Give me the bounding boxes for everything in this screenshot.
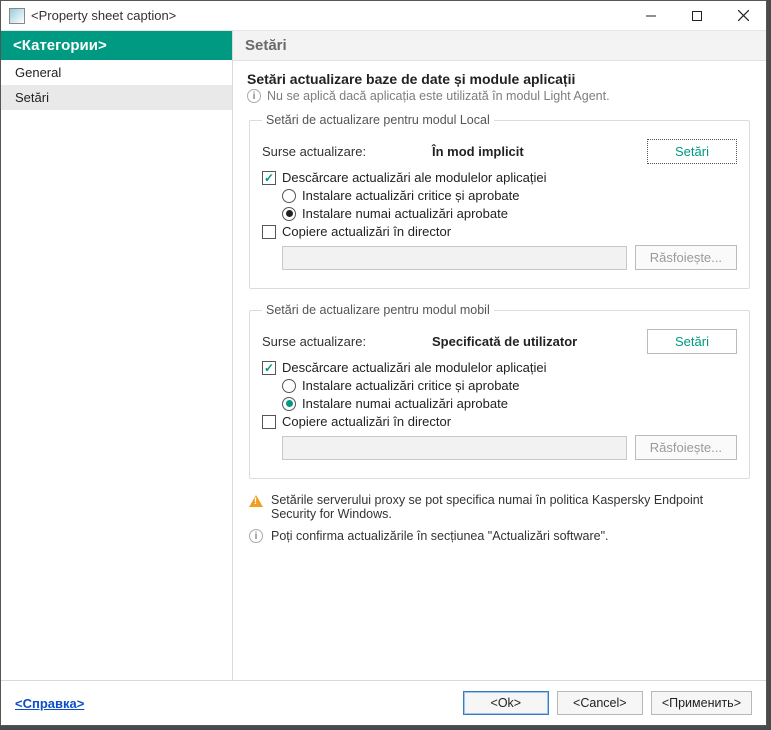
mobile-copy-dir-label: Copiere actualizări în director	[282, 414, 451, 429]
warning-icon	[249, 495, 263, 507]
confirm-updates-note: i Poți confirma actualizările în secțiun…	[247, 529, 752, 543]
mobile-dir-input	[282, 436, 627, 460]
close-button[interactable]	[720, 1, 766, 30]
mobile-settings-button[interactable]: Setări	[647, 329, 737, 354]
app-icon	[9, 8, 25, 24]
minimize-button[interactable]	[628, 1, 674, 30]
maximize-button[interactable]	[674, 1, 720, 30]
mobile-source-label: Surse actualizare:	[262, 334, 432, 349]
mobile-install-critical-label: Instalare actualizări critice și aprobat…	[302, 378, 520, 393]
mobile-download-modules-checkbox[interactable]: Descărcare actualizări ale modulelor apl…	[262, 360, 737, 375]
info-icon: i	[247, 89, 261, 103]
mobile-install-approved-label: Instalare numai actualizări aprobate	[302, 396, 508, 411]
light-agent-note: i Nu se aplică dacă aplicația este utili…	[247, 89, 752, 103]
content-area: <Категории> General Setări Setări Setări…	[1, 31, 766, 680]
group-local-legend: Setări de actualizare pentru modul Local	[262, 113, 494, 127]
checkbox-icon	[262, 225, 276, 239]
mobile-dir-row: Răsfoiește...	[282, 435, 737, 460]
sidebar-header: <Категории>	[1, 31, 232, 60]
main-panel: Setări Setări actualizare baze de date ș…	[233, 31, 766, 680]
main-body: Setări actualizare baze de date și modul…	[233, 61, 766, 555]
group-mobile: Setări de actualizare pentru modul mobil…	[249, 303, 750, 479]
apply-button[interactable]: <Применить>	[651, 691, 752, 715]
info-icon: i	[249, 529, 263, 543]
mobile-source-row: Surse actualizare: Specificată de utiliz…	[262, 329, 737, 354]
titlebar: <Property sheet caption>	[1, 1, 766, 31]
local-install-approved-label: Instalare numai actualizări aprobate	[302, 206, 508, 221]
local-copy-dir-checkbox[interactable]: Copiere actualizări în director	[262, 224, 737, 239]
local-source-label: Surse actualizare:	[262, 144, 432, 159]
confirm-updates-text: Poți confirma actualizările în secțiunea…	[271, 529, 609, 543]
local-copy-dir-label: Copiere actualizări în director	[282, 224, 451, 239]
sidebar-item-general[interactable]: General	[1, 60, 232, 85]
radio-icon	[282, 397, 296, 411]
radio-icon	[282, 379, 296, 393]
local-browse-button: Răsfoiește...	[635, 245, 737, 270]
local-dir-input	[282, 246, 627, 270]
radio-icon	[282, 207, 296, 221]
mobile-install-critical-radio[interactable]: Instalare actualizări critice și aprobat…	[282, 378, 737, 393]
main-header: Setări	[233, 31, 766, 61]
radio-icon	[282, 189, 296, 203]
mobile-browse-button: Răsfoiește...	[635, 435, 737, 460]
help-link[interactable]: <Справка>	[15, 696, 84, 711]
local-source-value: În mod implicit	[432, 144, 647, 159]
local-download-modules-checkbox[interactable]: Descărcare actualizări ale modulelor apl…	[262, 170, 737, 185]
mobile-source-value: Specificată de utilizator	[432, 334, 647, 349]
group-mobile-legend: Setări de actualizare pentru modul mobil	[262, 303, 494, 317]
checkbox-icon	[262, 415, 276, 429]
checkbox-icon	[262, 171, 276, 185]
checkbox-icon	[262, 361, 276, 375]
window-title: <Property sheet caption>	[31, 8, 628, 23]
sidebar: <Категории> General Setări	[1, 31, 233, 680]
proxy-warning-text: Setările serverului proxy se pot specifi…	[271, 493, 750, 521]
mobile-install-approved-radio[interactable]: Instalare numai actualizări aprobate	[282, 396, 737, 411]
cancel-button[interactable]: <Cancel>	[557, 691, 643, 715]
section-title: Setări actualizare baze de date și modul…	[247, 71, 752, 87]
window-controls	[628, 1, 766, 30]
local-source-row: Surse actualizare: În mod implicit Setăr…	[262, 139, 737, 164]
local-settings-button[interactable]: Setări	[647, 139, 737, 164]
light-agent-note-text: Nu se aplică dacă aplicația este utiliza…	[267, 89, 610, 103]
property-sheet-window: <Property sheet caption> <Категории> Gen…	[0, 0, 767, 726]
sidebar-item-setari[interactable]: Setări	[1, 85, 232, 110]
group-local: Setări de actualizare pentru modul Local…	[249, 113, 750, 289]
mobile-download-modules-label: Descărcare actualizări ale modulelor apl…	[282, 360, 546, 375]
ok-button[interactable]: <Ok>	[463, 691, 549, 715]
mobile-copy-dir-checkbox[interactable]: Copiere actualizări în director	[262, 414, 737, 429]
local-install-critical-radio[interactable]: Instalare actualizări critice și aprobat…	[282, 188, 737, 203]
local-dir-row: Răsfoiește...	[282, 245, 737, 270]
local-install-approved-radio[interactable]: Instalare numai actualizări aprobate	[282, 206, 737, 221]
local-install-critical-label: Instalare actualizări critice și aprobat…	[302, 188, 520, 203]
proxy-warning: Setările serverului proxy se pot specifi…	[247, 493, 752, 521]
footer: <Справка> <Ok> <Cancel> <Применить>	[1, 680, 766, 725]
local-download-modules-label: Descărcare actualizări ale modulelor apl…	[282, 170, 546, 185]
